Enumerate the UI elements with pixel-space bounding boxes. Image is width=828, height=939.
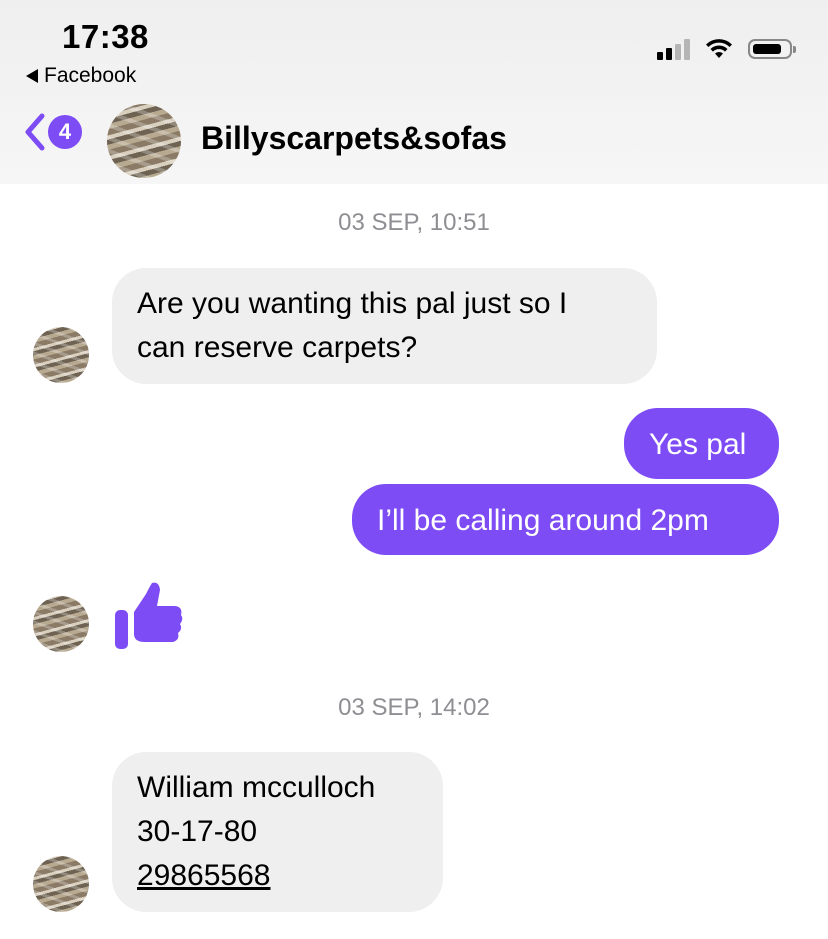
back-to-app-link[interactable]: Facebook	[26, 64, 136, 88]
contact-name[interactable]: Billyscarpets&sofas	[201, 120, 507, 157]
battery-icon	[748, 39, 796, 59]
message-text: Are you wanting this pal just so I	[137, 287, 568, 320]
unread-badge: 4	[48, 115, 82, 149]
message-text: can reserve carpets?	[137, 331, 418, 364]
sender-avatar[interactable]	[33, 596, 89, 652]
chevron-left-icon	[25, 113, 45, 151]
timestamp: 03 SEP, 10:51	[338, 209, 490, 236]
status-icons	[657, 38, 796, 60]
sender-avatar[interactable]	[33, 856, 89, 912]
timestamp: 03 SEP, 14:02	[338, 694, 490, 721]
message-text: 30-17-80	[137, 815, 258, 848]
contact-avatar[interactable]	[107, 104, 181, 178]
phone-number-link[interactable]: 29865568	[137, 854, 418, 898]
message-text: I’ll be calling around 2pm	[377, 504, 709, 537]
message-text: Yes pal	[649, 428, 747, 461]
status-time: 17:38	[62, 18, 149, 55]
incoming-message-bubble[interactable]: Are you wanting this pal just so I can r…	[112, 268, 657, 384]
message-text: William mcculloch	[137, 771, 376, 804]
outgoing-message-bubble[interactable]: I’ll be calling around 2pm	[352, 484, 779, 555]
back-button[interactable]: 4	[22, 112, 82, 152]
incoming-message-bubble[interactable]: William mcculloch 30-17-80 29865568	[112, 752, 443, 912]
back-triangle-icon	[26, 69, 38, 83]
back-app-label: Facebook	[44, 64, 137, 87]
signal-icon	[657, 38, 690, 60]
thumbs-up-icon[interactable]	[113, 580, 183, 652]
wifi-icon	[706, 39, 732, 58]
outgoing-message-bubble[interactable]: Yes pal	[624, 408, 779, 479]
sender-avatar[interactable]	[33, 327, 89, 383]
